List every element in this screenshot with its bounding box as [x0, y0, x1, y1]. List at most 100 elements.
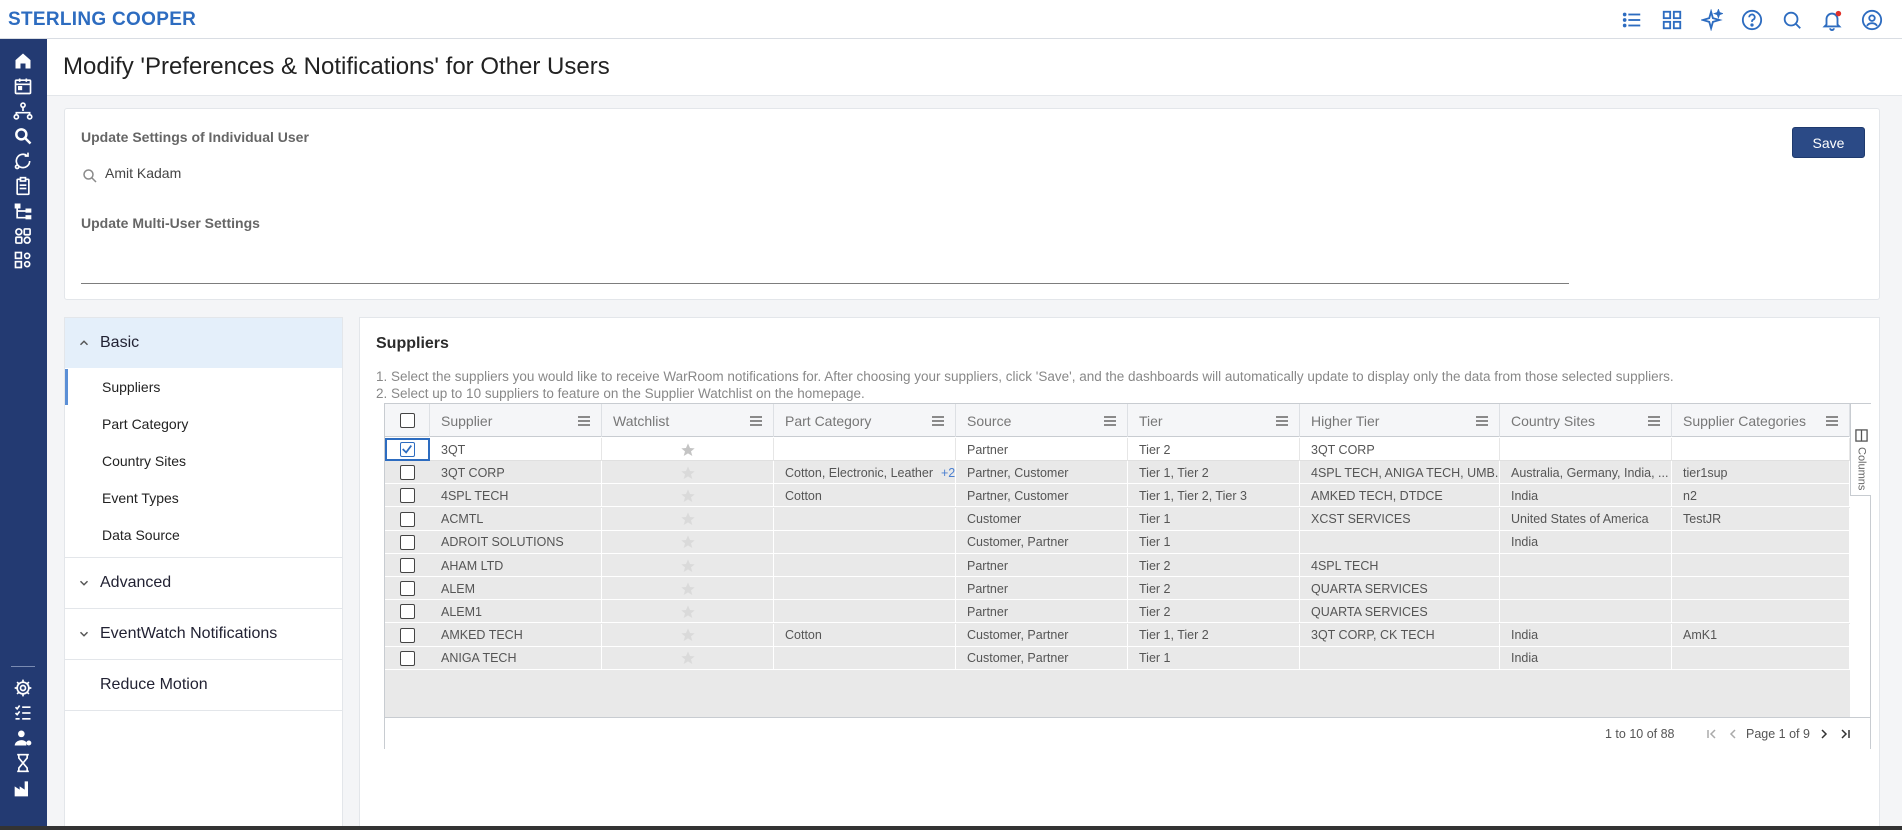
hierarchy-icon[interactable] [12, 200, 34, 222]
preferences-side-panel: Basic Suppliers Part Category Country Si… [64, 317, 343, 830]
cell-part-category [774, 530, 956, 554]
prev-page-icon[interactable] [1726, 727, 1740, 741]
more-count-badge[interactable]: +2 [941, 466, 955, 480]
row-checkbox[interactable] [400, 627, 415, 643]
column-header-higher-tier[interactable]: Higher Tier [1300, 404, 1500, 437]
row-checkbox[interactable] [400, 650, 415, 666]
table-row[interactable]: 3QT CORP Cotton, Electronic, Leather +2 Par… [385, 461, 1850, 485]
section-reduce-motion-label: Reduce Motion [100, 676, 208, 693]
settings-grid-icon[interactable] [12, 249, 34, 271]
star-icon[interactable] [680, 534, 696, 550]
first-page-icon[interactable] [1705, 727, 1719, 741]
table-row[interactable]: ALEM Partner Tier 2 QUARTA SERVICES [385, 577, 1850, 601]
table-row[interactable]: AMKED TECH Cotton Customer, Partner Tier 1,… [385, 623, 1850, 647]
row-select-cell [385, 647, 430, 670]
column-menu-icon[interactable] [1103, 415, 1117, 427]
section-reduce-motion[interactable]: Reduce Motion [65, 660, 342, 710]
user-circle-icon[interactable] [1852, 0, 1892, 39]
table-row[interactable]: AHAM LTD Partner Tier 2 4SPL TECH [385, 554, 1850, 577]
network-icon[interactable] [12, 100, 34, 122]
row-select-cell [385, 600, 430, 623]
row-checkbox[interactable] [400, 488, 415, 504]
search-icon[interactable] [1772, 0, 1812, 39]
column-menu-icon[interactable] [749, 415, 763, 427]
multi-user-input[interactable] [81, 283, 1569, 284]
table-row[interactable]: 3QT Partner Tier 2 3QT CORP [385, 438, 1850, 461]
column-header-country-sites[interactable]: Country Sites [1500, 404, 1672, 437]
cell-part-category [774, 600, 956, 624]
column-header-tier[interactable]: Tier [1128, 404, 1300, 437]
star-icon[interactable] [680, 650, 696, 666]
column-menu-icon[interactable] [1475, 415, 1489, 427]
star-icon[interactable] [680, 442, 696, 458]
column-menu-icon[interactable] [1647, 415, 1661, 427]
sparkle-icon[interactable] [1692, 0, 1732, 39]
column-header-watchlist[interactable]: Watchlist [602, 404, 774, 437]
nav-item-suppliers[interactable]: Suppliers [65, 369, 342, 405]
row-checkbox[interactable] [400, 465, 415, 481]
last-page-icon[interactable] [1838, 727, 1852, 741]
factory-icon[interactable] [12, 777, 34, 799]
cell-source: Partner [956, 600, 1128, 624]
column-header-supplier[interactable]: Supplier [430, 404, 602, 437]
cell-part-category [774, 507, 956, 531]
nav-item-event-types[interactable]: Event Types [65, 480, 342, 516]
nav-item-part-category[interactable]: Part Category [65, 406, 342, 442]
section-advanced[interactable]: Advanced [65, 558, 342, 608]
cell-watchlist [602, 461, 774, 485]
star-icon[interactable] [680, 511, 696, 527]
row-checkbox[interactable] [400, 511, 415, 527]
apps-icon[interactable] [12, 225, 34, 247]
select-all-checkbox[interactable] [399, 413, 415, 428]
cell-value: tier1sup [1683, 465, 1728, 480]
user-search-field[interactable]: Amit Kadam [81, 163, 481, 187]
table-row[interactable]: ADROIT SOLUTIONS Customer, Partner Tier 1 I… [385, 530, 1850, 554]
home-icon[interactable] [12, 50, 34, 72]
row-checkbox[interactable] [400, 442, 415, 457]
star-icon[interactable] [680, 465, 696, 481]
list-icon[interactable] [1612, 0, 1652, 39]
brand-logo[interactable]: STERLING COOPER [8, 9, 196, 31]
row-checkbox[interactable] [400, 534, 415, 550]
help-icon[interactable] [1732, 0, 1772, 39]
nav-item-country-sites[interactable]: Country Sites [65, 443, 342, 479]
bell-icon[interactable] [1812, 0, 1852, 39]
dashboard-icon[interactable] [1652, 0, 1692, 39]
star-icon[interactable] [680, 604, 696, 620]
column-header-part-category[interactable]: Part Category [774, 404, 956, 437]
checklist-icon[interactable] [12, 702, 34, 724]
cell-source: Customer, Partner [956, 646, 1128, 670]
column-header-supplier-categories[interactable]: Supplier Categories [1672, 404, 1850, 437]
table-row[interactable]: ACMTL Customer Tier 1 XCST SERVICES United S… [385, 507, 1850, 531]
hourglass-icon[interactable] [12, 752, 34, 774]
star-icon[interactable] [680, 558, 696, 574]
user-gear-icon[interactable] [12, 727, 34, 749]
star-icon[interactable] [680, 581, 696, 597]
save-button[interactable]: Save [1792, 127, 1865, 158]
row-checkbox[interactable] [400, 558, 415, 573]
row-checkbox[interactable] [400, 604, 415, 620]
column-menu-icon[interactable] [577, 415, 591, 427]
star-icon[interactable] [680, 627, 696, 643]
column-menu-icon[interactable] [931, 415, 945, 427]
columns-tool-tab[interactable]: Columns [1850, 404, 1871, 496]
table-row[interactable]: ANIGA TECH Customer, Partner Tier 1 India [385, 646, 1850, 670]
refresh-icon[interactable] [12, 150, 34, 172]
column-menu-icon[interactable] [1825, 415, 1839, 427]
calendar-icon[interactable] [12, 75, 34, 97]
column-menu-icon[interactable] [1275, 415, 1289, 427]
nav-item-data-source[interactable]: Data Source [65, 517, 342, 553]
row-select-cell [385, 577, 430, 600]
column-header-source[interactable]: Source [956, 404, 1128, 437]
star-icon[interactable] [680, 488, 696, 504]
section-eventwatch[interactable]: EventWatch Notifications [65, 609, 342, 659]
search-icon[interactable] [12, 125, 34, 147]
table-row[interactable]: ALEM1 Partner Tier 2 QUARTA SERVICES [385, 600, 1850, 624]
section-basic[interactable]: Basic [65, 318, 342, 368]
gear-icon[interactable] [12, 677, 34, 699]
cell-value: XCST SERVICES [1311, 512, 1411, 527]
next-page-icon[interactable] [1817, 727, 1831, 741]
clipboard-icon[interactable] [12, 175, 34, 197]
table-row[interactable]: 4SPL TECH Cotton Partner, Customer Tier 1, … [385, 484, 1850, 508]
row-checkbox[interactable] [400, 581, 415, 597]
